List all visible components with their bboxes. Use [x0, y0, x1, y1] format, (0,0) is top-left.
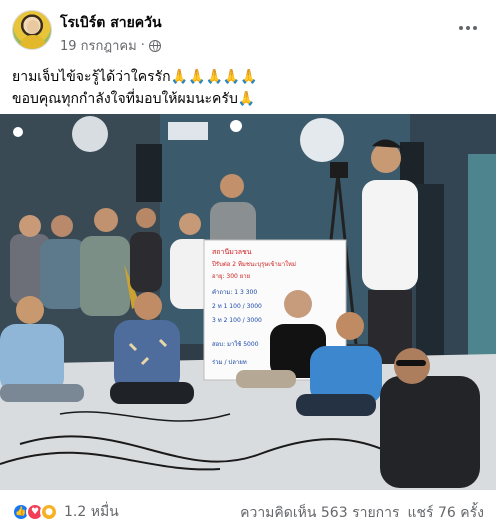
post-text-line: ขอบคุณทุกกำลังใจที่มอบให้ผมนะครับ🙏: [12, 91, 256, 107]
person-legs: [296, 394, 376, 416]
post-text: ยามเจ็บไข้จะรู้ได้ว่าใครรัก🙏🙏🙏🙏🙏 ขอบคุณท…: [12, 66, 482, 110]
person-head: [220, 174, 244, 198]
person-head: [284, 290, 312, 318]
meta-separator: ·: [140, 38, 145, 53]
person-legs: [110, 382, 194, 404]
studio-light: [300, 118, 344, 162]
photo-scene: สถานีมวลชน ปีรับต่อ 2 ทีมชนะบุรุษเข้ามาใ…: [0, 114, 496, 490]
person-legs: [0, 384, 84, 402]
post-date[interactable]: 19 กรกฎาคม: [60, 35, 137, 56]
ceiling-lamp: [13, 127, 23, 137]
camera: [330, 162, 348, 178]
sign-line: สถานีมวลชน: [212, 248, 252, 256]
author-avatar[interactable]: [12, 10, 52, 50]
person-head: [94, 208, 118, 232]
post-text-line: ยามเจ็บไข้จะรู้ได้ว่าใครรัก🙏🙏🙏🙏🙏: [12, 69, 258, 85]
person-background: [130, 232, 162, 292]
door-frame: [416, 184, 444, 364]
sign-line: 3 ท 2 100 / 3000: [212, 317, 262, 324]
reaction-count[interactable]: 1.2 หมื่น: [64, 501, 119, 523]
person-head: [16, 296, 44, 324]
sign-line: 2 ท 1 100 / 3000: [212, 303, 262, 310]
globe-icon[interactable]: [148, 39, 161, 52]
more-dot: [473, 26, 477, 30]
post-stats: ความคิดเห็น 563 รายการ แชร์ 76 ครั้ง: [240, 502, 484, 524]
avatar-figure-body: [20, 35, 46, 49]
care-icon: ●: [40, 503, 58, 521]
person-standing-camera: [362, 180, 418, 290]
person-head: [136, 208, 156, 228]
person-head: [336, 312, 364, 340]
air-conditioner: [168, 122, 208, 140]
person-dark-shirt: [380, 376, 480, 488]
author-name[interactable]: โรเบิร์ต สายควัน: [60, 12, 162, 34]
sign-line: สอบ: มาใช้ 5000: [212, 340, 259, 348]
person-head: [19, 215, 41, 237]
person-blue-hoodie: [0, 324, 64, 394]
person-hawaiian-shirt: [114, 320, 180, 392]
post-header: โรเบิร์ต สายควัน 19 กรกฎาคม ·: [0, 0, 496, 58]
person-head: [51, 215, 73, 237]
more-dot: [466, 26, 470, 30]
sign-line: คำถาม: 1 3 300: [212, 289, 257, 296]
comments-count[interactable]: ความคิดเห็น 563 รายการ: [240, 502, 399, 524]
sunglasses: [396, 360, 426, 366]
sign-line: อายุ: 300 ยาย: [212, 273, 250, 280]
ceiling-lamp: [230, 120, 242, 132]
reactions-summary[interactable]: 👍 ♥ ● 1.2 หมื่น: [12, 501, 119, 523]
facebook-post: โรเบิร์ต สายควัน 19 กรกฎาคม · ยามเจ็บไข้…: [0, 0, 496, 531]
shares-count[interactable]: แชร์ 76 ครั้ง: [408, 502, 484, 524]
sign-line: ปีรับต่อ 2 ทีมชนะบุรุษเข้ามาใหม่: [211, 260, 296, 268]
person-background: [40, 239, 86, 309]
person-legs: [236, 370, 296, 388]
post-footer: 👍 ♥ ● 1.2 หมื่น ความคิดเห็น 563 รายการ แ…: [0, 494, 496, 530]
post-meta: 19 กรกฎาคม ·: [60, 35, 161, 56]
more-dot: [459, 26, 463, 30]
sign-line: ร่วม / ปลายท: [212, 359, 247, 366]
more-options-icon[interactable]: [456, 18, 480, 38]
avatar-figure-face: [27, 20, 39, 34]
person-head: [134, 292, 162, 320]
person-saxophone: [80, 236, 130, 316]
studio-light: [72, 116, 108, 152]
post-photo[interactable]: สถานีมวลชน ปีรับต่อ 2 ทีมชนะบุรุษเข้ามาใ…: [0, 114, 496, 490]
person-head: [179, 213, 201, 235]
speaker: [136, 144, 162, 202]
